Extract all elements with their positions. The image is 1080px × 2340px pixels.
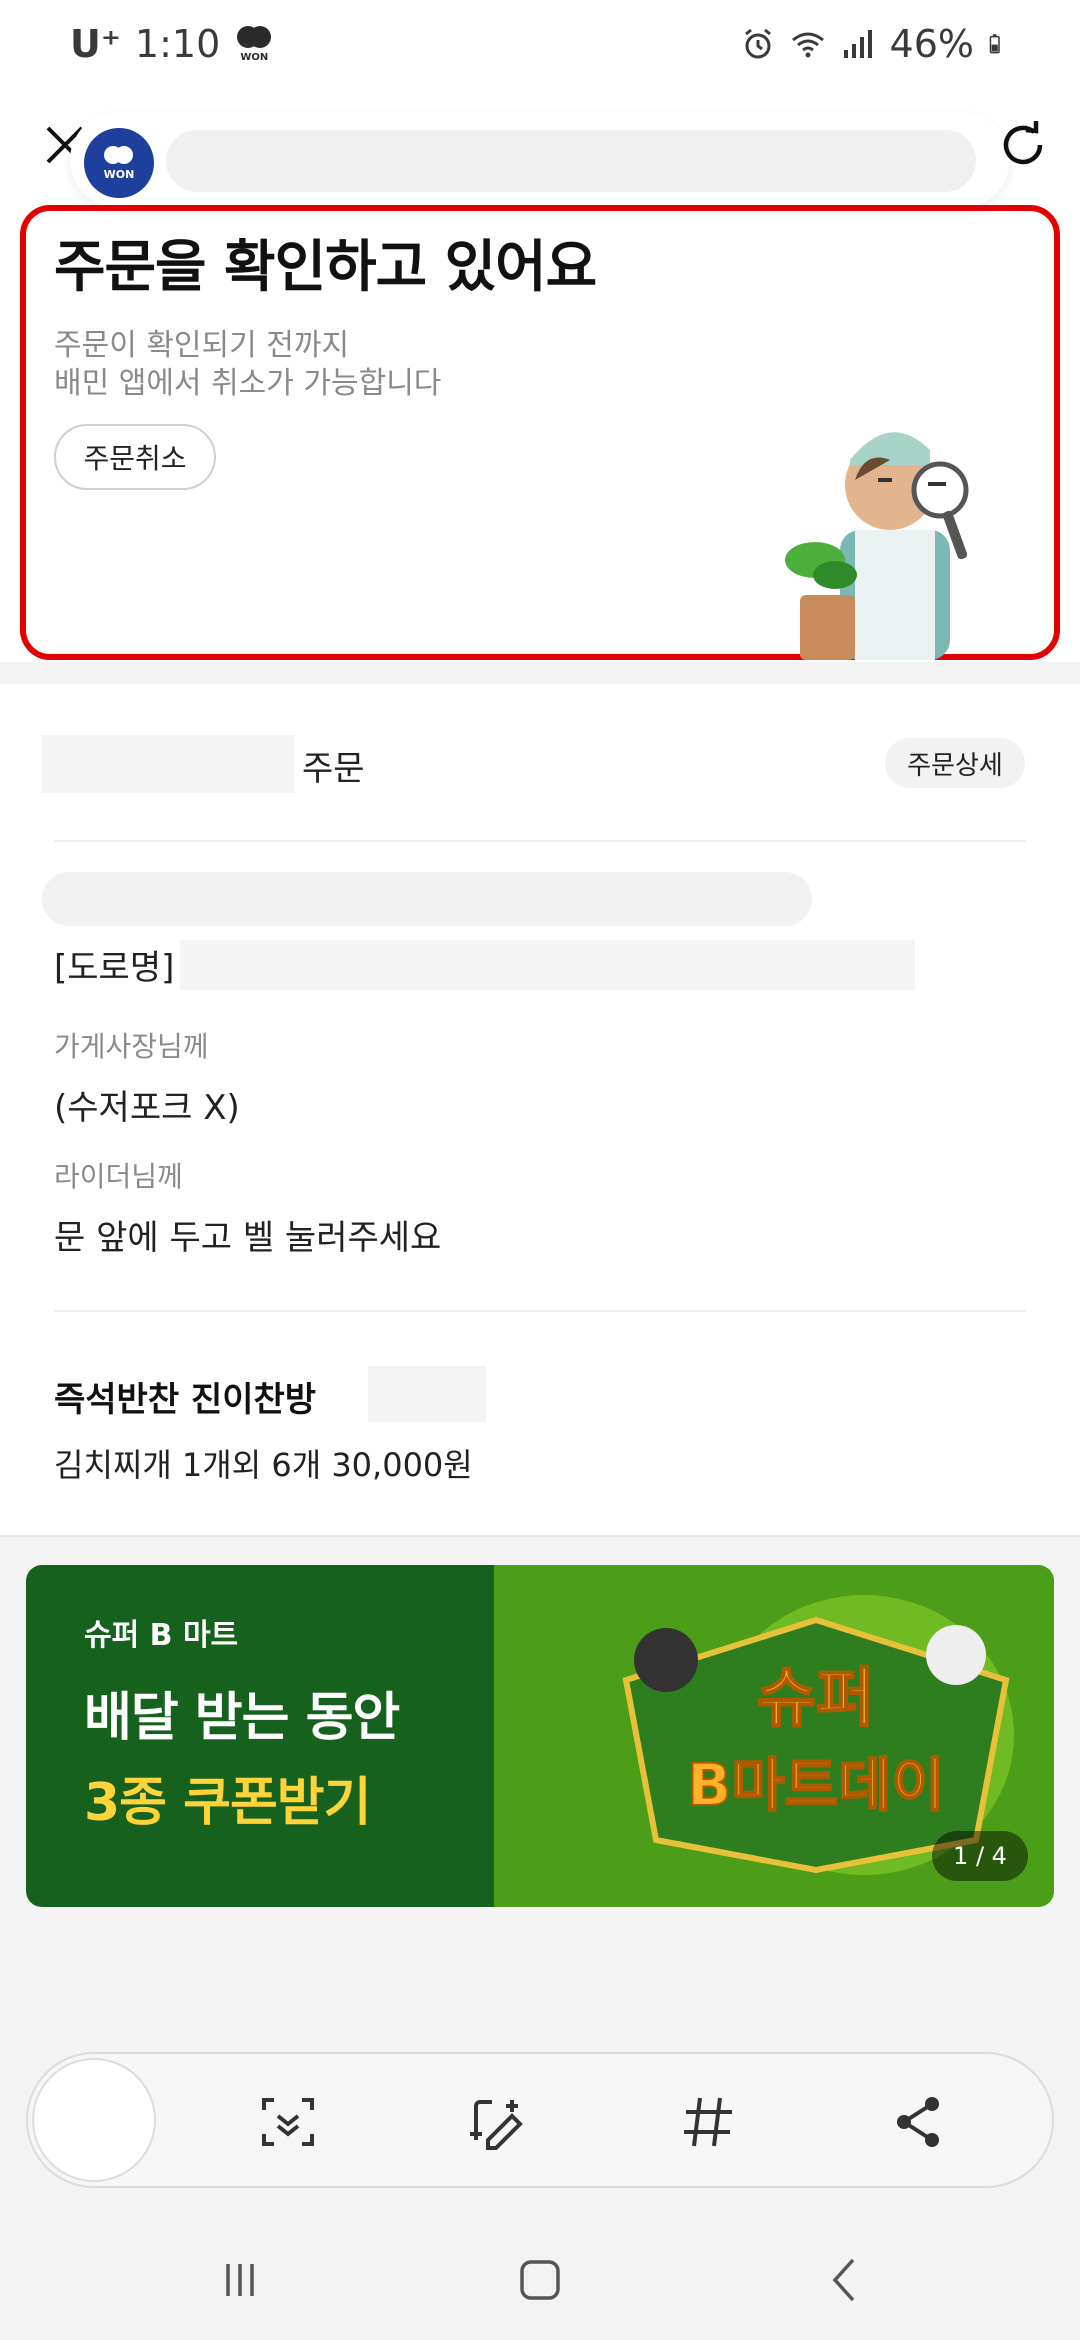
banner-art-bottom: B마트데이	[687, 1751, 945, 1819]
recent-apps-icon[interactable]	[210, 2250, 270, 2310]
subtitle-line2: 배민 앱에서 취소가 가능합니다	[54, 366, 442, 401]
divider	[54, 1310, 1026, 1312]
order-detail-button[interactable]: 주문상세	[885, 738, 1025, 788]
thumbnail-preview[interactable]	[32, 2058, 156, 2182]
won-logo: WON	[84, 128, 154, 198]
won-badge-label: WON	[240, 51, 269, 63]
banner-pager: 1 / 4	[932, 1831, 1028, 1881]
mascot-illustration	[785, 432, 969, 660]
banner-headline: 배달 받는 동안	[84, 1688, 400, 1748]
rider-request-value: 문 앞에 두고 벨 눌러주세요	[54, 1218, 442, 1258]
promo-banner[interactable]: 슈퍼 B 마트 배달 받는 동안 3종 쿠폰받기 슈퍼 B마트데이 1 / 4	[26, 1565, 1054, 1907]
scan-text-icon[interactable]	[258, 2092, 318, 2152]
hashtag-icon[interactable]	[678, 2092, 738, 2152]
home-icon[interactable]	[510, 2250, 570, 2310]
owner-request-label: 가게사장님께	[54, 1030, 209, 1063]
share-icon[interactable]	[888, 2092, 948, 2152]
edit-image-icon[interactable]	[468, 2092, 528, 2152]
owner-request-value: (수저포크 X)	[54, 1088, 240, 1128]
redacted-address	[42, 872, 812, 926]
status-bar: U⁺ 1:10 WON 46%	[0, 0, 1080, 100]
won-icon: WON	[234, 22, 274, 66]
divider	[54, 840, 1026, 842]
clock: 1:10	[134, 22, 221, 66]
url-field[interactable]	[166, 130, 976, 192]
banner-brand: 슈퍼 B 마트	[84, 1618, 239, 1653]
redacted-store	[42, 735, 294, 793]
banner-art-top: 슈퍼	[757, 1662, 875, 1736]
screenshot-toolbar	[26, 2052, 1054, 2188]
alarm-icon	[744, 28, 771, 59]
won-logo-label: WON	[103, 167, 135, 181]
wifi-icon	[791, 32, 824, 58]
cancel-order-button[interactable]: 주문취소	[54, 424, 216, 490]
section-divider	[0, 662, 1080, 684]
battery-percent: 46%	[889, 22, 974, 66]
address-bar[interactable]: WON	[70, 112, 1010, 208]
page-title: 주문을 확인하고 있어요	[54, 235, 597, 300]
road-address-label: [도로명]	[54, 948, 175, 988]
navigation-bar	[0, 2220, 1080, 2340]
screen: U⁺ 1:10 WON 46% WON 주문을 확인하고 있어요 주문이 확인되…	[0, 0, 1080, 2340]
menu-summary: 김치찌개 1개외 6개 30,000원	[54, 1446, 473, 1484]
redacted-road-address	[180, 940, 915, 990]
carrier-label: U⁺	[70, 22, 121, 66]
signal-icon	[843, 30, 872, 58]
battery-icon	[989, 34, 1000, 54]
banner-subheadline: 3종 쿠폰받기	[84, 1773, 371, 1833]
back-icon[interactable]	[815, 2250, 875, 2310]
redacted-store-extra	[368, 1366, 486, 1422]
rider-request-label: 라이더님께	[54, 1160, 183, 1193]
refresh-icon[interactable]	[996, 118, 1050, 172]
order-label: 주문	[302, 749, 365, 789]
store-name: 즉석반찬 진이찬방	[54, 1380, 317, 1420]
